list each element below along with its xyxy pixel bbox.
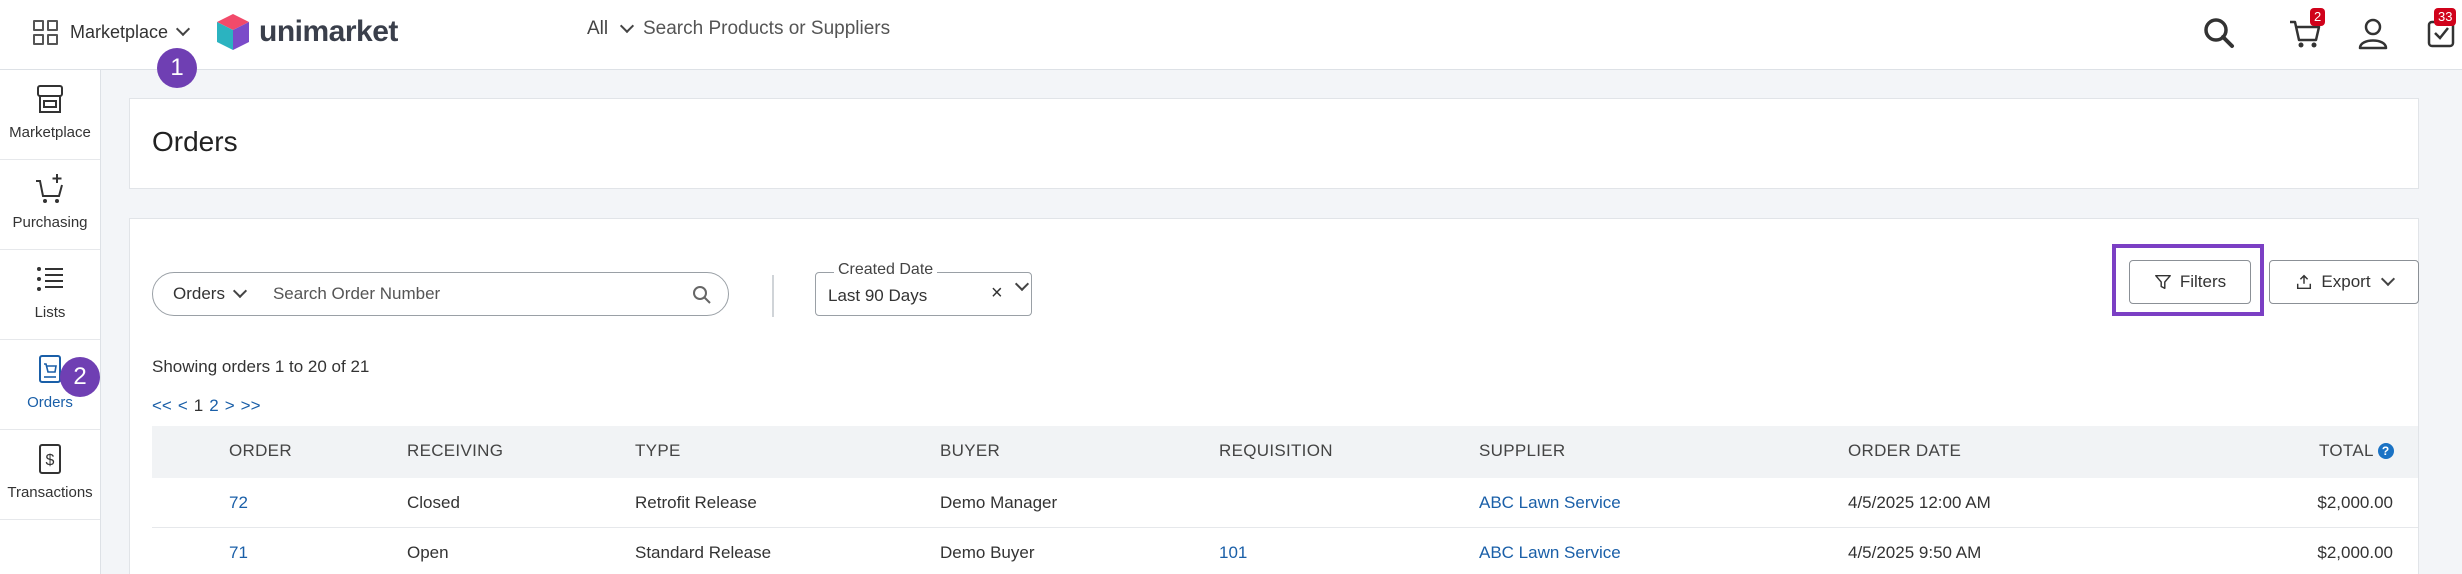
marketplace-icon xyxy=(37,85,63,113)
brand-logo[interactable]: unimarket xyxy=(215,12,398,52)
order-number-link[interactable]: 71 xyxy=(229,543,248,563)
toolbar-divider xyxy=(772,275,774,317)
svg-text:$: $ xyxy=(46,452,55,469)
apps-grid-icon[interactable] xyxy=(33,20,59,46)
pager-next[interactable]: > xyxy=(225,396,235,416)
user-icon[interactable] xyxy=(2354,14,2392,52)
col-requisition[interactable]: REQUISITION xyxy=(1219,441,1333,461)
cart-button[interactable]: 2 xyxy=(2286,8,2326,52)
tasks-count-badge: 33 xyxy=(2434,8,2457,26)
help-icon[interactable]: ? xyxy=(2377,443,2394,459)
created-date-select[interactable]: Created Date Last 90 Days × xyxy=(815,261,1032,316)
requisition-link[interactable]: 101 xyxy=(1219,543,1247,563)
supplier-link[interactable]: ABC Lawn Service xyxy=(1479,543,1621,563)
col-supplier[interactable]: SUPPLIER xyxy=(1479,441,1566,461)
clear-icon[interactable]: × xyxy=(991,282,1003,305)
search-icon[interactable] xyxy=(692,285,712,305)
chevron-down-icon[interactable] xyxy=(1014,276,1030,292)
sidebar-item-label: Purchasing xyxy=(12,214,88,231)
top-bar: Marketplace unimarket All Search Product… xyxy=(0,0,2462,70)
col-order[interactable]: ORDER xyxy=(229,441,292,461)
receiving-status: Open xyxy=(407,543,449,562)
order-total: $2,000.00 xyxy=(2317,493,2393,512)
brand-cube-icon xyxy=(217,14,249,50)
global-search-input[interactable]: Search Products or Suppliers xyxy=(643,18,890,40)
export-icon xyxy=(2297,274,2312,290)
cart-count-badge: 2 xyxy=(2310,8,2326,26)
list-icon xyxy=(37,267,63,291)
order-total: $2,000.00 xyxy=(2317,543,2393,562)
title-card xyxy=(129,98,2419,189)
sidebar-item-transactions[interactable]: $ Transactions xyxy=(0,430,100,520)
table-header: ORDER RECEIVING TYPE BUYER REQUISITION S… xyxy=(152,426,2418,478)
filters-label: Filters xyxy=(2179,272,2227,291)
table-row[interactable]: 71 Open Standard Release Demo Buyer 101 … xyxy=(152,528,2418,574)
order-number-link[interactable]: 72 xyxy=(229,493,248,513)
chevron-down-icon xyxy=(620,18,635,34)
col-buyer[interactable]: BUYER xyxy=(940,441,1000,461)
pager-page-2[interactable]: 2 xyxy=(209,396,218,416)
search-type-label: Orders xyxy=(173,284,225,303)
brand-name: unimarket xyxy=(259,15,398,48)
table-row[interactable]: 72 Closed Retrofit Release Demo Manager … xyxy=(152,478,2418,528)
page-title: Orders xyxy=(152,126,238,157)
results-summary: Showing orders 1 to 20 of 21 xyxy=(152,357,370,376)
sidebar-item-marketplace[interactable]: Marketplace xyxy=(0,70,100,160)
annotation-step-2: 2 xyxy=(60,357,100,397)
search-scope-label: All xyxy=(587,18,609,39)
order-date: 4/5/2025 9:50 AM xyxy=(1848,543,1982,562)
chevron-down-icon xyxy=(2380,271,2395,287)
col-type[interactable]: TYPE xyxy=(635,441,681,461)
col-receiving[interactable]: RECEIVING xyxy=(407,441,503,461)
pager-prev[interactable]: < xyxy=(178,396,188,416)
marketplace-switcher-label: Marketplace xyxy=(70,21,169,42)
sidebar-item-label: Marketplace xyxy=(9,124,91,141)
chevron-down-icon xyxy=(232,283,248,299)
filters-button[interactable]: Filters xyxy=(2129,260,2251,304)
pagination: << < 1 2 > >> xyxy=(152,396,261,416)
cart-plus-icon xyxy=(36,174,63,203)
search-type-dropdown[interactable]: Orders xyxy=(173,283,248,304)
sidebar-item-label: Orders xyxy=(27,394,73,411)
export-button[interactable]: Export xyxy=(2269,260,2419,304)
order-type: Retrofit Release xyxy=(635,493,757,512)
buyer-name: Demo Manager xyxy=(940,493,1058,512)
pager-last[interactable]: >> xyxy=(241,396,261,416)
annotation-step-1: 1 xyxy=(157,48,197,88)
marketplace-switcher[interactable]: Marketplace xyxy=(70,17,191,47)
filter-icon xyxy=(2154,274,2171,290)
dollar-doc-icon: $ xyxy=(39,444,61,474)
order-type: Standard Release xyxy=(635,543,772,562)
created-date-label: Created Date xyxy=(834,261,938,279)
order-date: 4/5/2025 12:00 AM xyxy=(1848,493,1991,512)
search-scope-dropdown[interactable]: All xyxy=(587,18,635,40)
col-order-date[interactable]: ORDER DATE xyxy=(1848,441,1961,461)
sidebar-item-label: Transactions xyxy=(7,484,93,501)
pager-page-1: 1 xyxy=(193,396,204,415)
col-total[interactable]: TOTAL? xyxy=(2319,441,2394,461)
tasks-button[interactable]: 33 xyxy=(2424,8,2462,52)
order-search-input[interactable]: Search Order Number xyxy=(273,284,440,304)
search-icon[interactable] xyxy=(2200,14,2238,52)
buyer-name: Demo Buyer xyxy=(940,543,1035,562)
supplier-link[interactable]: ABC Lawn Service xyxy=(1479,493,1621,513)
pager-first[interactable]: << xyxy=(152,396,172,416)
order-search-box: Orders Search Order Number xyxy=(152,272,729,316)
sidebar-item-purchasing[interactable]: Purchasing xyxy=(0,160,100,250)
sidebar-item-lists[interactable]: Lists xyxy=(0,250,100,340)
chevron-down-icon xyxy=(175,21,191,37)
receiving-status: Closed xyxy=(407,493,460,512)
sidebar: Marketplace Purchasing Lists Orders $ Tr… xyxy=(0,70,101,574)
col-total-label: TOTAL xyxy=(2319,441,2374,460)
export-label: Export xyxy=(2321,272,2371,291)
sidebar-item-label: Lists xyxy=(34,304,66,321)
created-date-value: Last 90 Days xyxy=(828,286,928,305)
